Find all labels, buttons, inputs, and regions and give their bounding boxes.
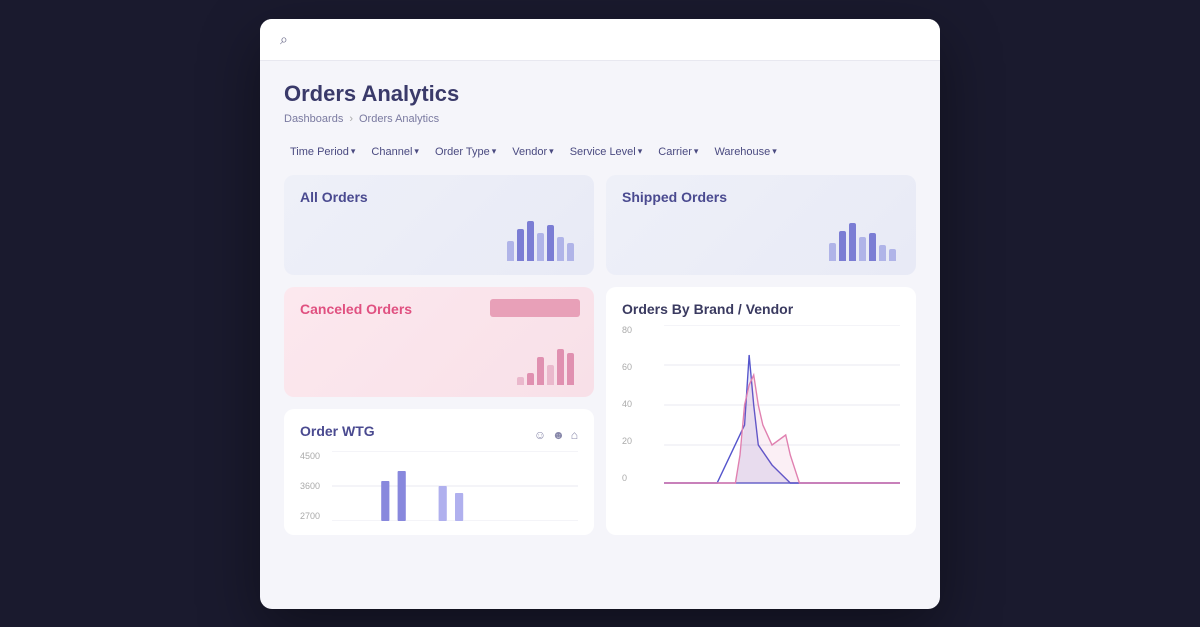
order-wtg-icons: ☺ ☻ ⌂ [534,428,578,442]
chevron-down-icon: ▾ [772,146,777,157]
bar [537,233,544,261]
filter-service-level[interactable]: Service Level ▾ [564,143,649,161]
orders-by-brand-title: Orders By Brand / Vendor [622,301,900,317]
chevron-down-icon: ▾ [638,146,643,157]
chevron-down-icon: ▾ [351,146,356,157]
chevron-down-icon: ▾ [492,146,497,157]
order-wtg-chart: 4500 3600 2700 [300,451,578,521]
filter-warehouse[interactable]: Warehouse ▾ [708,143,782,161]
bar [547,225,554,261]
bar [547,365,554,385]
orders-by-brand-card: Orders By Brand / Vendor 80 60 40 20 0 [606,287,916,535]
chevron-down-icon: ▾ [694,146,699,157]
filter-time-period[interactable]: Time Period ▾ [284,143,361,161]
breadcrumb: Dashboards › Orders Analytics [284,113,916,125]
chevron-down-icon: ▾ [414,146,419,157]
bar [557,349,564,385]
shipped-orders-card: Shipped Orders [606,175,916,275]
wtg-y-labels: 4500 3600 2700 [300,451,320,521]
breadcrumb-separator: › [349,113,353,125]
bar [517,229,524,261]
all-orders-chart [507,213,574,261]
page-title: Orders Analytics [284,81,916,107]
bar [517,377,524,385]
order-wtg-card: Order WTG ☺ ☻ ⌂ 4500 3600 2700 [284,409,594,535]
top-cards-row: All Orders Shipped Orders [284,175,916,275]
breadcrumb-current: Orders Analytics [359,113,439,125]
smiley2-icon[interactable]: ☻ [552,428,565,442]
filter-order-type[interactable]: Order Type ▾ [429,143,502,161]
filter-carrier[interactable]: Carrier ▾ [652,143,704,161]
bar [869,233,876,261]
smiley-icon[interactable]: ☺ [534,428,546,442]
bar [567,353,574,385]
all-orders-card: All Orders [284,175,594,275]
shipped-orders-title: Shipped Orders [622,189,900,205]
filter-bar: Time Period ▾ Channel ▾ Order Type ▾ Ven… [284,143,916,161]
all-orders-title: All Orders [300,189,578,205]
bar [557,237,564,261]
bar [567,243,574,261]
filter-channel[interactable]: Channel ▾ [365,143,425,161]
breadcrumb-parent[interactable]: Dashboards [284,113,343,125]
order-wtg-header: Order WTG ☺ ☻ ⌂ [300,423,578,447]
main-content: Orders Analytics Dashboards › Orders Ana… [260,61,940,555]
bar [527,221,534,261]
chevron-down-icon: ▾ [549,146,554,157]
home-icon[interactable]: ⌂ [571,428,578,442]
canceled-orders-card: Canceled Orders [284,287,594,397]
filter-vendor[interactable]: Vendor ▾ [506,143,559,161]
wtg-svg [332,451,578,521]
middle-cards-row: Canceled Orders Order WTG ☺ ☻ ⌂ [284,287,916,535]
bar [537,357,544,385]
bar [839,231,846,261]
brand-svg [622,325,900,485]
top-bar: ⌕ [260,19,940,61]
bar [889,249,896,261]
canceled-orders-chart [517,337,574,385]
search-icon[interactable]: ⌕ [280,31,288,48]
bar [849,223,856,261]
brand-y-labels: 80 60 40 20 0 [622,325,632,485]
canceled-bar-decoration [490,299,580,317]
bar [859,237,866,261]
order-wtg-title: Order WTG [300,423,375,439]
bar [829,243,836,261]
bar [527,373,534,385]
shipped-orders-chart [829,213,896,261]
app-window: ⌕ Orders Analytics Dashboards › Orders A… [260,19,940,609]
bar [507,241,514,261]
brand-chart: 80 60 40 20 0 [622,325,900,485]
bar [879,245,886,261]
